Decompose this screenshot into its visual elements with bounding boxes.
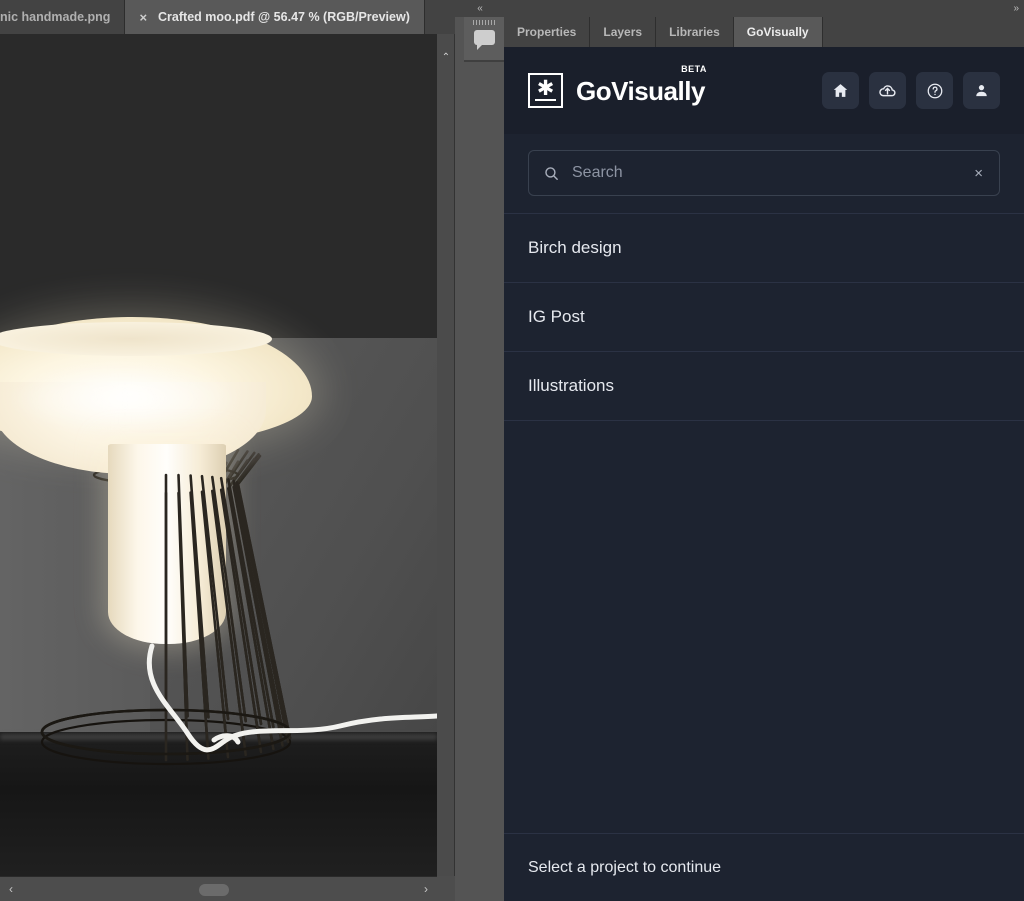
panel-tab-label: Libraries <box>669 25 720 39</box>
govisually-brand: ✱ GoVisually BETA <box>528 73 705 108</box>
document-tab-bar: nic handmade.png × Crafted moo.pdf @ 56.… <box>0 0 455 34</box>
user-icon <box>973 82 990 99</box>
search-icon <box>543 165 560 182</box>
govisually-logo-icon: ✱ <box>528 73 563 108</box>
panel-footer: Select a project to continue <box>504 833 1024 901</box>
govisually-header: ✱ GoVisually BETA <box>504 47 1024 134</box>
clear-search-icon[interactable]: × <box>974 166 983 181</box>
brand-name: GoVisually <box>576 76 705 106</box>
search-field[interactable]: × <box>528 150 1000 196</box>
horizontal-scroll-thumb[interactable] <box>199 884 229 896</box>
drag-grip-icon[interactable] <box>473 20 495 25</box>
home-icon <box>832 82 849 99</box>
chevron-up-icon[interactable]: ⌃ <box>437 52 455 63</box>
collapsed-dock-strip: « <box>455 0 504 901</box>
comment-bubble-icon <box>474 30 495 45</box>
panel-tab-label: Layers <box>603 25 642 39</box>
panel-tab-bar: Properties Layers Libraries GoVisually <box>504 17 1024 47</box>
tab-layers[interactable]: Layers <box>590 17 656 47</box>
help-circle-icon <box>926 82 944 100</box>
footer-message: Select a project to continue <box>528 859 721 877</box>
document-tab-title: Crafted moo.pdf @ 56.47 % (RGB/Preview) <box>158 10 410 24</box>
tab-govisually[interactable]: GoVisually <box>734 17 823 47</box>
dock-collapse-button[interactable]: « <box>455 0 504 17</box>
account-button[interactable] <box>963 72 1000 109</box>
scroll-right-icon[interactable]: › <box>417 877 435 901</box>
scroll-left-icon[interactable]: ‹ <box>2 877 20 901</box>
home-button[interactable] <box>822 72 859 109</box>
dock-divider <box>464 61 504 62</box>
project-name: IG Post <box>528 307 585 327</box>
application-window: nic handmade.png × Crafted moo.pdf @ 56.… <box>0 0 1024 901</box>
project-name: Birch design <box>528 238 622 258</box>
canvas-viewport[interactable] <box>0 34 437 876</box>
panel-tab-label: GoVisually <box>747 25 809 39</box>
document-tab-1[interactable]: × Crafted moo.pdf @ 56.47 % (RGB/Preview… <box>125 0 424 34</box>
project-list-item[interactable]: Illustrations <box>504 352 1024 421</box>
canvas-collapse-gutter[interactable]: ⌃ <box>437 34 455 876</box>
search-input[interactable] <box>572 164 962 182</box>
tab-properties[interactable]: Properties <box>504 17 590 47</box>
panel-collapse-bar[interactable]: » <box>504 0 1024 17</box>
document-tab-title: nic handmade.png <box>0 10 110 24</box>
govisually-header-actions <box>822 72 1000 109</box>
project-name: Illustrations <box>528 376 614 396</box>
lamp-photo <box>0 34 437 876</box>
power-cord-graphic <box>0 34 437 876</box>
project-list: Birch design IG Post Illustrations <box>504 214 1024 833</box>
project-list-item[interactable]: Birch design <box>504 214 1024 283</box>
govisually-panel: ✱ GoVisually BETA <box>504 47 1024 901</box>
dock-comments-button[interactable] <box>464 17 504 61</box>
help-button[interactable] <box>916 72 953 109</box>
panel-expand-button[interactable]: » <box>1013 0 1018 17</box>
govisually-wordmark: GoVisually BETA <box>576 78 705 104</box>
panel-tab-filler <box>823 17 1024 47</box>
search-section: × <box>504 134 1024 214</box>
close-icon[interactable]: × <box>139 11 147 24</box>
scrollbar-corner <box>437 876 455 901</box>
canvas-horizontal-scrollbar[interactable]: ‹ › <box>0 876 437 901</box>
tab-libraries[interactable]: Libraries <box>656 17 734 47</box>
asterisk-icon: ✱ <box>537 78 555 99</box>
photoshop-document-area: nic handmade.png × Crafted moo.pdf @ 56.… <box>0 0 455 901</box>
panel-tab-label: Properties <box>517 25 576 39</box>
cloud-upload-icon <box>878 81 897 100</box>
logo-underline <box>535 99 556 101</box>
upload-button[interactable] <box>869 72 906 109</box>
document-tab-0[interactable]: nic handmade.png <box>0 0 125 34</box>
beta-badge: BETA <box>681 65 707 74</box>
project-list-item[interactable]: IG Post <box>504 283 1024 352</box>
